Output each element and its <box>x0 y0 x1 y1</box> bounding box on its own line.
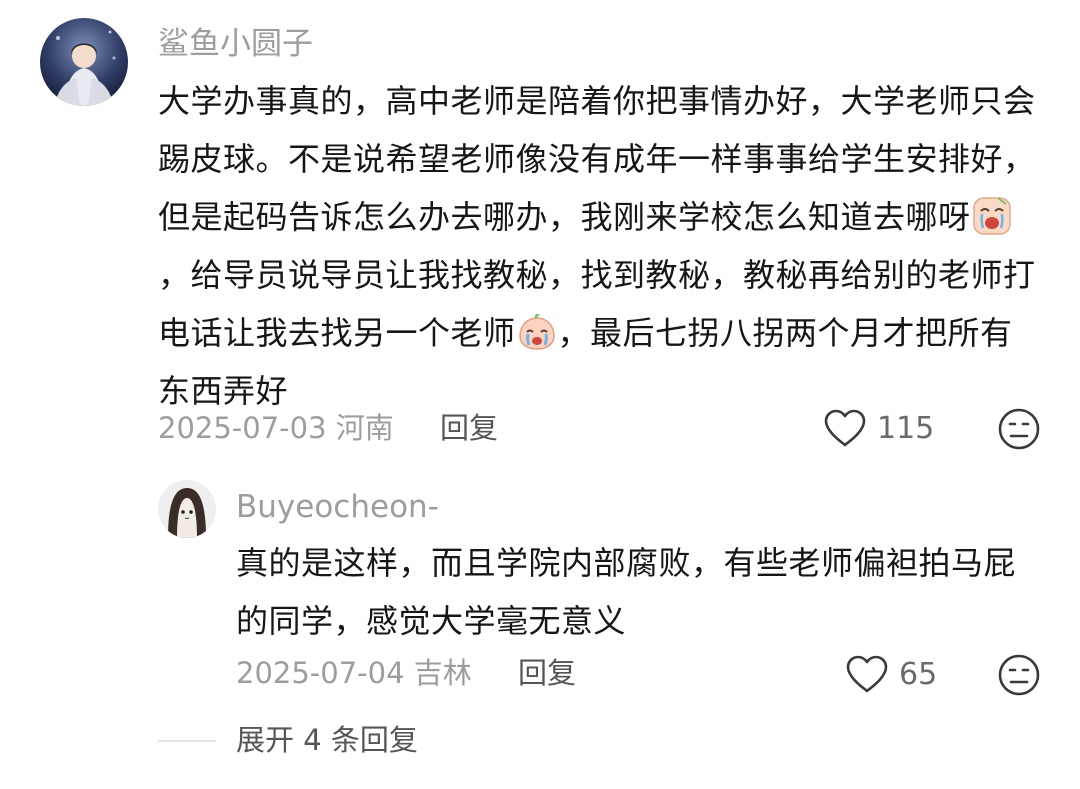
heart-outline-icon <box>823 408 867 448</box>
comment-meta: 2025-07-03 河南 <box>158 408 394 448</box>
comment-location: 河南 <box>335 411 394 445</box>
reply-text: 真的是这样，而且学院内部腐败，有些老师偏袒拍马屁的同学，感觉大学毫无意义 <box>236 544 1017 640</box>
heart-outline-icon <box>845 654 889 694</box>
avatar[interactable] <box>40 18 128 106</box>
neutral-face-icon <box>997 407 1041 451</box>
comment-dislike-button[interactable] <box>997 407 1041 451</box>
comment-text: 大学办事真的，高中老师是陪着你把事情办好，大学老师只会踢皮球。不是说希望老师像没… <box>158 72 1038 420</box>
reply-location: 吉林 <box>413 656 472 690</box>
reply-meta: 2025-07-04 吉林 <box>236 653 472 693</box>
comment-like-button[interactable]: 115 <box>823 406 934 450</box>
avatar[interactable] <box>158 480 216 538</box>
crying-face-emoji <box>517 312 557 352</box>
comment-reply-button[interactable]: 回复 <box>440 408 498 448</box>
reply-item: Buyeocheon- 真的是这样，而且学院内部腐败，有些老师偏袒拍马屁的同学，… <box>0 460 1080 700</box>
comment-text-part-1: 大学办事真的，高中老师是陪着你把事情办好，大学老师只会踢皮球。不是说希望老师像没… <box>158 82 1036 236</box>
crying-face-emoji <box>972 196 1012 236</box>
comment-item: 鲨鱼小圆子 大学办事真的，高中老师是陪着你把事情办好，大学老师只会踢皮球。不是说… <box>0 0 1080 460</box>
reply-date: 2025-07-04 <box>236 656 405 690</box>
comment-username[interactable]: 鲨鱼小圆子 <box>158 24 313 64</box>
expand-divider <box>158 740 216 742</box>
reply-dislike-button[interactable] <box>997 653 1041 697</box>
reply-like-count: 65 <box>899 656 938 692</box>
comment-like-count: 115 <box>877 410 935 446</box>
reply-reply-button[interactable]: 回复 <box>518 653 576 693</box>
expand-replies-button[interactable]: 展开 4 条回复 <box>236 720 418 760</box>
comment-date: 2025-07-03 <box>158 411 327 445</box>
neutral-face-icon <box>997 653 1041 697</box>
reply-username[interactable]: Buyeocheon- <box>236 487 439 527</box>
reply-like-button[interactable]: 65 <box>845 652 937 696</box>
